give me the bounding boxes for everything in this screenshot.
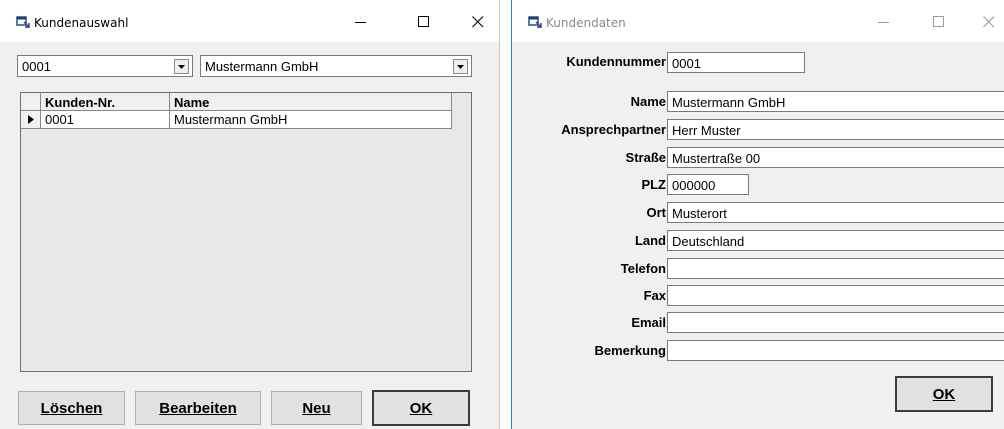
maximize-icon [933, 16, 944, 27]
window-app-icon [16, 16, 30, 31]
customer-number-combobox[interactable]: 0001 [17, 55, 193, 77]
label-plz: PLZ [641, 177, 666, 192]
fax-field[interactable] [667, 285, 1004, 306]
customer-number-value: 0001 [22, 59, 51, 74]
label-name: Name [630, 94, 666, 109]
maximize-button[interactable] [924, 10, 954, 34]
customer-name-combobox[interactable]: Mustermann GmbH [200, 55, 472, 77]
title-bar[interactable]: Kundendaten [512, 0, 1004, 42]
kundennummer-value: 0001 [672, 56, 701, 71]
customer-name-value: Mustermann GmbH [205, 59, 319, 74]
ansprechpartner-field[interactable]: Herr Muster [667, 119, 1004, 140]
kundenauswahl-window: Kundenauswahl 0001 Mustermann GmbH Kunde… [0, 0, 500, 429]
kundennummer-field[interactable]: 0001 [667, 52, 805, 73]
plz-field[interactable]: 000000 [667, 174, 749, 195]
ok-button[interactable]: OK [372, 390, 470, 426]
bemerkung-field[interactable] [667, 340, 1004, 361]
ok-button[interactable]: OK [895, 376, 993, 412]
label-telefon: Telefon [620, 261, 666, 276]
grid-corner-cell [21, 93, 41, 111]
label-email: Email [631, 315, 666, 330]
strasse-value: Mustertraße 00 [672, 151, 761, 166]
column-header-name[interactable]: Name [170, 93, 452, 111]
row-selector[interactable] [21, 111, 41, 129]
window-title: Kundendaten [546, 16, 626, 30]
window-app-icon [528, 16, 542, 31]
customer-grid[interactable]: Kunden-Nr. Name 0001 Mustermann GmbH [20, 92, 472, 372]
maximize-button[interactable] [409, 10, 439, 34]
column-header-customer-number[interactable]: Kunden-Nr. [41, 93, 170, 111]
label-ansprechpartner: Ansprechpartner [561, 122, 666, 137]
ort-value: Musterort [672, 206, 727, 221]
new-button[interactable]: Neu [271, 391, 362, 425]
telefon-field[interactable] [667, 258, 1004, 279]
land-field[interactable]: Deutschland [667, 230, 1004, 251]
name-value: Mustermann GmbH [672, 95, 786, 110]
minimize-button[interactable] [346, 10, 376, 34]
close-button[interactable] [463, 10, 493, 34]
close-button[interactable] [974, 10, 1004, 34]
row-pointer-icon [27, 115, 34, 124]
kundendaten-window: Kundendaten Kundennummer 0001 Name Muste… [511, 0, 1004, 429]
label-strasse: Straße [625, 150, 666, 165]
dropdown-arrow-icon [457, 64, 464, 69]
title-bar[interactable]: Kundenauswahl [0, 0, 499, 42]
minimize-button[interactable] [869, 10, 899, 34]
email-field[interactable] [667, 312, 1004, 333]
name-field[interactable]: Mustermann GmbH [667, 91, 1004, 112]
label-fax: Fax [643, 288, 666, 303]
ansprechpartner-value: Herr Muster [672, 123, 741, 138]
minimize-icon [878, 22, 889, 23]
minimize-icon [355, 22, 366, 23]
cell-customer-number[interactable]: 0001 [41, 111, 170, 129]
grid-header: Kunden-Nr. Name [21, 93, 452, 111]
label-bemerkung: Bemerkung [594, 343, 666, 358]
cell-name[interactable]: Mustermann GmbH [170, 111, 452, 129]
plz-value: 000000 [672, 178, 716, 193]
label-kundennummer: Kundennummer [566, 54, 666, 69]
label-land: Land [634, 233, 666, 248]
edit-button[interactable]: Bearbeiten [135, 391, 261, 425]
label-ort: Ort [646, 205, 667, 220]
table-row[interactable]: 0001 Mustermann GmbH [21, 111, 452, 129]
dropdown-button[interactable] [453, 59, 468, 74]
maximize-icon [418, 16, 429, 27]
close-icon [472, 16, 484, 28]
delete-button[interactable]: Löschen [18, 391, 125, 425]
dropdown-arrow-icon [178, 64, 185, 69]
ort-field[interactable]: Musterort [667, 202, 1004, 223]
strasse-field[interactable]: Mustertraße 00 [667, 147, 1004, 168]
dropdown-button[interactable] [174, 59, 189, 74]
window-title: Kundenauswahl [34, 16, 129, 30]
land-value: Deutschland [672, 234, 745, 249]
close-icon [983, 16, 995, 28]
